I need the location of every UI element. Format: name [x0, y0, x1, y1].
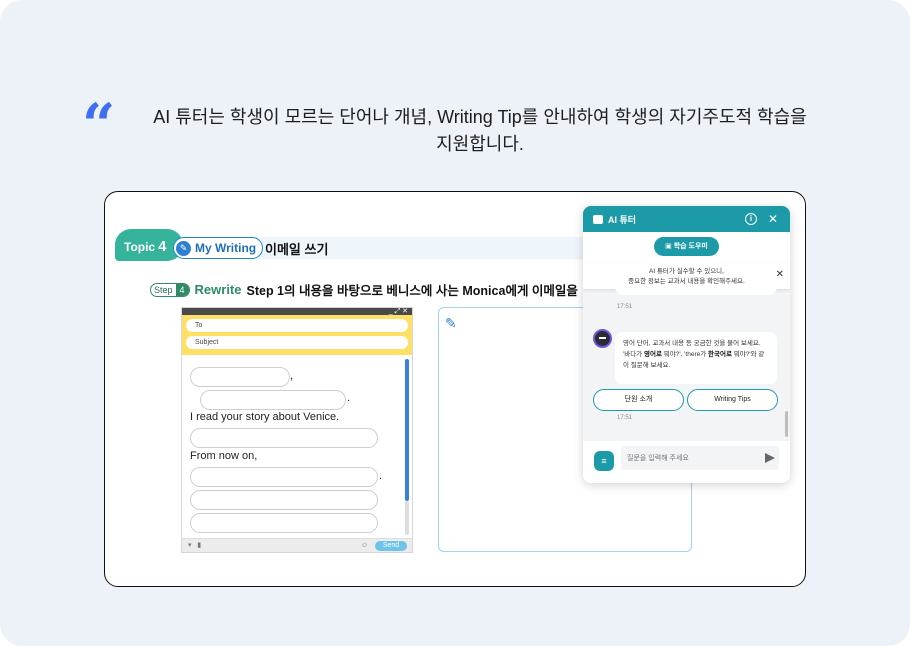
emoji-icon[interactable]: ☺ [361, 539, 368, 552]
quote-icon: “ [82, 91, 116, 159]
step-number: 4 [175, 283, 189, 296]
tutor-avatar [593, 329, 612, 348]
ai-tutor-panel: AI 튜터 i ✕ ▣ 학습 도우미 AI 튜터가 실수할 수 있으니, 중요한… [583, 206, 790, 483]
subject-field[interactable]: Subject [186, 336, 408, 349]
punctuation: . [379, 470, 383, 482]
email-header: To Subject [182, 315, 412, 355]
message-time: 17:51 [617, 304, 633, 310]
topic-number: 4 [158, 238, 167, 255]
robot-icon [593, 215, 603, 224]
info-icon[interactable]: i [745, 213, 757, 225]
email-body: , . I read your story about Venice. From… [182, 355, 412, 539]
trash-icon[interactable]: ▮ [197, 542, 201, 549]
study-helper-label: 학습 도우미 [673, 243, 708, 250]
chat-header: AI 튜터 i ✕ [583, 206, 790, 232]
step-row: Step 4 Rewrite Step 1의 내용을 바탕으로 베니스에 사는 M… [150, 280, 578, 299]
send-icon[interactable] [765, 453, 775, 463]
my-writing-tab[interactable]: ✎ My Writing [173, 237, 264, 259]
menu-icon[interactable]: ≡ [594, 451, 614, 471]
blank-input[interactable] [190, 513, 378, 533]
window-controls[interactable]: _ ⤢ ✕ [182, 308, 412, 315]
message-emphasis: 한국어로 [708, 351, 732, 358]
quick-reply-writing-tips[interactable]: Writing Tips [687, 389, 778, 411]
step-label: Step [154, 284, 173, 295]
previous-message [615, 286, 777, 295]
feature-card: “ AI 튜터는 학생이 모르는 단어나 개념, Writing Tip를 안내… [0, 0, 910, 646]
email-toolbar: ▾ ▮ ☺ Send [182, 538, 412, 552]
topic-title: 이메일 쓰기 [265, 242, 329, 257]
quick-reply-unit-intro[interactable]: 단원 소개 [593, 389, 684, 411]
step-badge: Step 4 [150, 282, 190, 297]
chat-subheader: ▣ 학습 도우미 [583, 232, 790, 264]
message-time: 17:51 [617, 415, 633, 421]
headline-line-2: 지원합니다. [436, 134, 524, 154]
blank-input[interactable] [190, 428, 378, 448]
edit-note-icon: ✎ [176, 240, 191, 256]
pencil-icon: ✎ [445, 315, 457, 331]
blank-input[interactable] [190, 367, 290, 387]
blank-input[interactable] [200, 390, 346, 410]
blank-input[interactable] [190, 467, 378, 487]
topic-label: Topic [124, 240, 156, 254]
attach-icon[interactable]: ▾ [188, 542, 192, 549]
message-text: 뭐야?', 'there가 [661, 351, 709, 358]
step-instruction: Step 1의 내용을 바탕으로 베니스에 사는 Monica에게 이메일을 [246, 284, 578, 298]
scrollbar-thumb[interactable] [405, 359, 409, 501]
chat-input[interactable] [621, 446, 779, 470]
tutor-message: 영어 단어, 교과서 내용 등 궁금한 것을 물어 보세요. '바다가 영어로 … [615, 332, 777, 384]
my-writing-label: My Writing [195, 241, 257, 255]
email-line-read: I read your story about Venice. [190, 411, 340, 423]
chat-title: AI 튜터 [608, 215, 637, 225]
chat-input-area: ≡ [583, 441, 790, 483]
scrollbar-track[interactable] [405, 501, 409, 535]
punctuation: . [347, 392, 351, 404]
message-emphasis: 영어로 [644, 351, 662, 358]
step-name: Rewrite [194, 282, 242, 297]
headline-line-1: AI 튜터는 학생이 모르는 단어나 개념, Writing Tip를 안내하여… [153, 107, 807, 127]
email-window: _ ⤢ ✕ To Subject , . I read your story a… [181, 307, 413, 553]
punctuation: , [290, 370, 294, 382]
notice-line-1: AI 튜터가 실수할 수 있으니, [649, 268, 724, 275]
study-helper-button[interactable]: ▣ 학습 도우미 [654, 237, 719, 256]
send-button[interactable]: Send [375, 541, 407, 551]
notice-close-icon[interactable]: ✕ [776, 270, 784, 280]
blank-input[interactable] [190, 490, 378, 510]
email-line-from: From now on, [190, 450, 258, 462]
to-field[interactable]: To [186, 319, 408, 332]
close-icon[interactable]: ✕ [768, 212, 778, 226]
chat-scrollbar[interactable] [785, 411, 788, 437]
headline: AI 튜터는 학생이 모르는 단어나 개념, Writing Tip를 안내하여… [120, 104, 840, 158]
